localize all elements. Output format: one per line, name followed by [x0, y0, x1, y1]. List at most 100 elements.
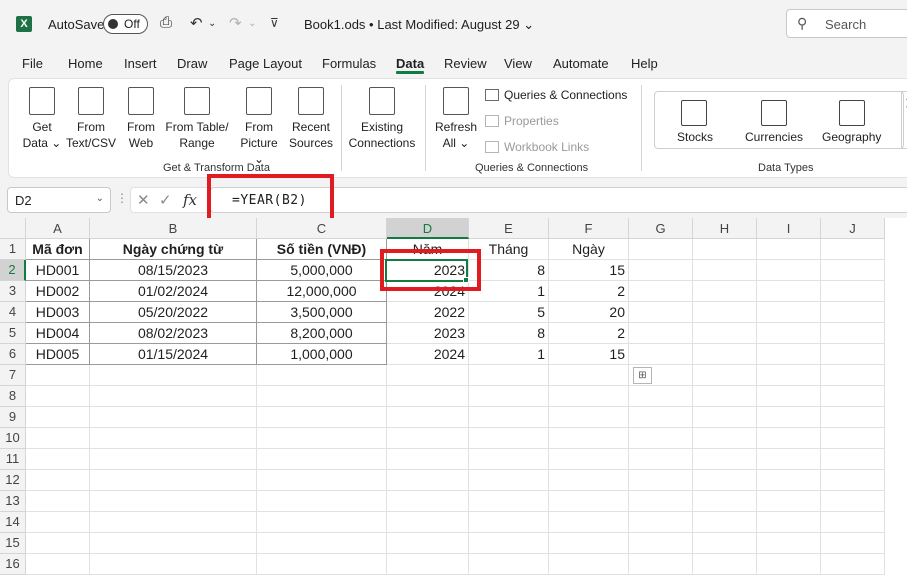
empty-cell[interactable] [821, 386, 885, 407]
tab-draw[interactable]: Draw [177, 56, 207, 71]
empty-cell[interactable] [757, 365, 821, 386]
row-header-1[interactable]: 1 [0, 239, 26, 260]
empty-cell[interactable] [693, 365, 757, 386]
empty-cell[interactable] [469, 512, 549, 533]
empty-cell[interactable] [821, 554, 885, 575]
empty-cell[interactable] [757, 491, 821, 512]
empty-cell[interactable] [90, 554, 257, 575]
empty-cell[interactable] [469, 449, 549, 470]
empty-cell[interactable] [629, 302, 693, 323]
empty-cell[interactable] [257, 365, 387, 386]
empty-cell[interactable] [26, 470, 90, 491]
workbook-links-button[interactable]: Workbook Links [485, 140, 589, 154]
row-header-3[interactable]: 3 [0, 281, 26, 302]
empty-cell[interactable] [257, 491, 387, 512]
empty-cell[interactable] [629, 428, 693, 449]
empty-cell[interactable] [821, 533, 885, 554]
column-header-g[interactable]: G [629, 218, 693, 239]
data-cell[interactable]: 15 [549, 260, 629, 281]
select-all-corner[interactable] [0, 218, 26, 239]
empty-cell[interactable] [757, 344, 821, 365]
empty-cell[interactable] [693, 449, 757, 470]
data-cell[interactable]: 01/02/2024 [90, 281, 257, 302]
column-header-b[interactable]: B [90, 218, 257, 239]
empty-cell[interactable] [549, 554, 629, 575]
data-cell[interactable]: 05/20/2022 [90, 302, 257, 323]
undo-icon[interactable]: ↶ [190, 14, 203, 32]
data-cell[interactable]: HD003 [26, 302, 90, 323]
empty-cell[interactable] [549, 470, 629, 491]
row-header-10[interactable]: 10 [0, 428, 26, 449]
empty-cell[interactable] [629, 470, 693, 491]
empty-cell[interactable] [387, 491, 469, 512]
column-header-h[interactable]: H [693, 218, 757, 239]
header-cell[interactable]: Tháng [469, 239, 549, 260]
empty-cell[interactable] [693, 470, 757, 491]
empty-cell[interactable] [757, 512, 821, 533]
empty-cell[interactable] [629, 407, 693, 428]
empty-cell[interactable] [469, 386, 549, 407]
data-cell[interactable]: HD004 [26, 323, 90, 344]
empty-cell[interactable] [757, 260, 821, 281]
empty-cell[interactable] [90, 428, 257, 449]
empty-cell[interactable] [549, 449, 629, 470]
empty-cell[interactable] [629, 449, 693, 470]
tab-data[interactable]: Data [396, 56, 424, 71]
empty-cell[interactable] [257, 533, 387, 554]
empty-cell[interactable] [821, 281, 885, 302]
row-header-11[interactable]: 11 [0, 449, 26, 470]
data-cell[interactable]: 08/02/2023 [90, 323, 257, 344]
data-type-currencies[interactable]: Currencies [745, 130, 803, 144]
empty-cell[interactable] [26, 554, 90, 575]
data-type-geography[interactable]: Geography [822, 130, 881, 144]
empty-cell[interactable] [693, 491, 757, 512]
empty-cell[interactable] [693, 512, 757, 533]
empty-cell[interactable] [90, 386, 257, 407]
empty-cell[interactable] [629, 554, 693, 575]
empty-cell[interactable] [757, 239, 821, 260]
tab-automate[interactable]: Automate [553, 56, 609, 71]
empty-cell[interactable] [757, 386, 821, 407]
tab-help[interactable]: Help [631, 56, 658, 71]
empty-cell[interactable] [693, 533, 757, 554]
data-cell[interactable]: 1 [469, 344, 549, 365]
empty-cell[interactable] [26, 365, 90, 386]
tab-formulas[interactable]: Formulas [322, 56, 376, 71]
data-cell[interactable]: 1 [469, 281, 549, 302]
refresh-all-button[interactable]: Refresh All ⌄ [433, 87, 479, 151]
empty-cell[interactable] [26, 428, 90, 449]
recent-sources-button[interactable]: Recent Sources [287, 87, 335, 151]
empty-cell[interactable] [549, 491, 629, 512]
empty-cell[interactable] [549, 428, 629, 449]
data-type-stocks[interactable]: Stocks [677, 130, 713, 144]
row-header-14[interactable]: 14 [0, 512, 26, 533]
empty-cell[interactable] [757, 449, 821, 470]
row-header-15[interactable]: 15 [0, 533, 26, 554]
empty-cell[interactable] [469, 365, 549, 386]
empty-cell[interactable] [757, 407, 821, 428]
empty-cell[interactable] [629, 512, 693, 533]
empty-cell[interactable] [257, 428, 387, 449]
empty-cell[interactable] [693, 260, 757, 281]
data-cell[interactable]: HD002 [26, 281, 90, 302]
empty-cell[interactable] [90, 449, 257, 470]
column-header-e[interactable]: E [469, 218, 549, 239]
column-header-d[interactable]: D [387, 218, 469, 239]
empty-cell[interactable] [821, 323, 885, 344]
empty-cell[interactable] [387, 554, 469, 575]
data-cell[interactable]: 2023 [387, 323, 469, 344]
autosave-toggle[interactable]: Off [103, 14, 148, 34]
existing-connections-button[interactable]: Existing Connections [347, 87, 417, 151]
empty-cell[interactable] [387, 449, 469, 470]
empty-cell[interactable] [629, 260, 693, 281]
empty-cell[interactable] [257, 407, 387, 428]
gallery-scroll[interactable]: ▴▾ [901, 91, 907, 149]
data-cell[interactable]: 2 [549, 281, 629, 302]
tab-page-layout[interactable]: Page Layout [229, 56, 302, 71]
empty-cell[interactable] [629, 344, 693, 365]
tab-file[interactable]: File [22, 56, 43, 71]
from-text-csv-button[interactable]: From Text/CSV [65, 87, 117, 151]
enter-icon[interactable]: ✓ [159, 191, 172, 209]
empty-cell[interactable] [821, 512, 885, 533]
name-box[interactable]: D2 ⌄ [7, 187, 111, 213]
